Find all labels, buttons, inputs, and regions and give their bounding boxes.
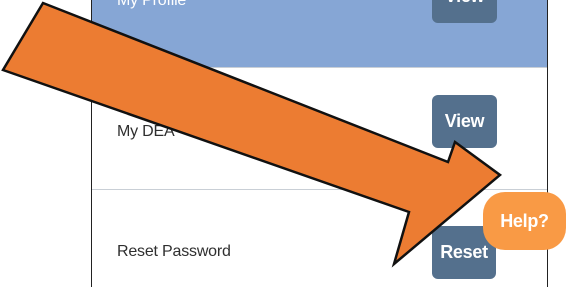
account-panel: My Profile View My DEA View Reset Passwo… [91,0,548,287]
my-profile-label: My Profile [117,0,187,9]
reset-password-label: Reset Password [117,243,231,260]
row-my-dea: My DEA View [92,68,547,190]
my-dea-label: My DEA [117,123,175,140]
row-reset-password: Reset Password Reset [92,190,547,300]
row-my-profile: My Profile View [92,0,547,68]
view-profile-button[interactable]: View [432,0,497,23]
help-button[interactable]: Help? [483,192,566,250]
view-dea-button[interactable]: View [432,95,497,148]
